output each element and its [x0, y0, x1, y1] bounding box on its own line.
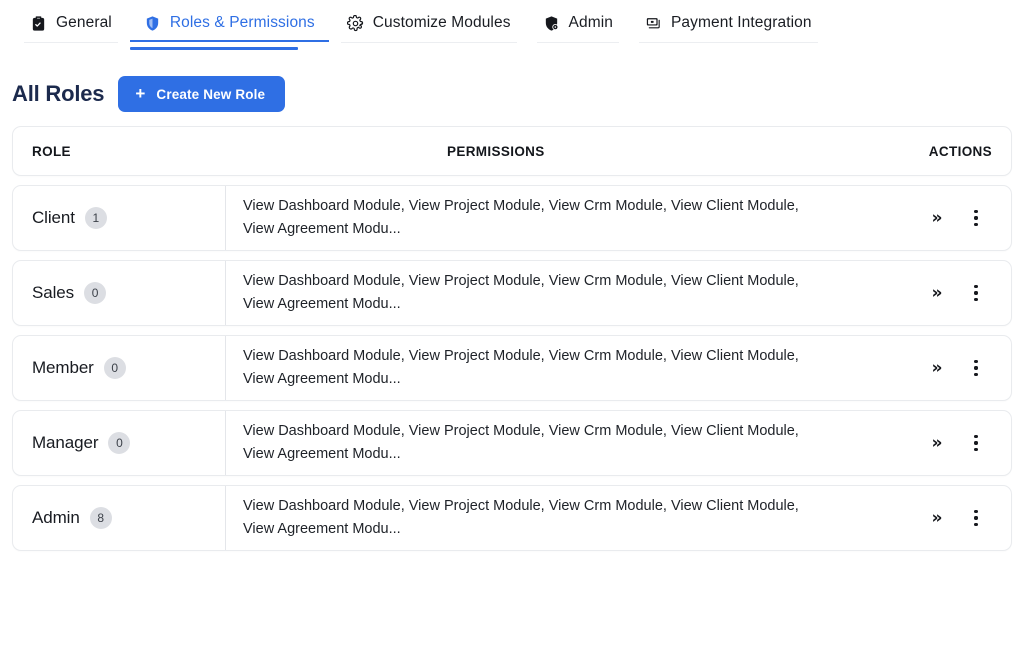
tab-roles-permissions[interactable]: Roles & Permissions: [128, 0, 331, 50]
banknote-icon: [645, 15, 662, 32]
row-menu-button[interactable]: [966, 357, 986, 379]
actions-cell: »: [843, 486, 1011, 550]
tab-admin-label: Admin: [568, 14, 613, 31]
role-cell: Sales 0: [13, 261, 225, 325]
column-header-actions: ACTIONS: [928, 143, 992, 159]
tab-payment-integration[interactable]: Payment Integration: [629, 0, 828, 48]
shield-gear-icon: [543, 15, 560, 32]
tab-customize-modules[interactable]: Customize Modules: [331, 0, 527, 48]
tab-payment-integration-label: Payment Integration: [670, 14, 812, 31]
permissions-text: View Dashboard Module, View Project Modu…: [243, 273, 799, 312]
role-cell: Admin 8: [13, 486, 225, 550]
row-menu-button[interactable]: [966, 507, 986, 529]
permissions-cell: View Dashboard Module, View Project Modu…: [225, 411, 843, 475]
double-chevron-right-icon: »: [931, 207, 943, 228]
column-header-permissions: PERMISSIONS: [447, 143, 545, 159]
active-tab-indicator: [129, 47, 298, 50]
permissions-text: View Dashboard Module, View Project Modu…: [243, 423, 799, 462]
kebab-menu-icon: [974, 434, 978, 452]
tab-customize-modules-label: Customize Modules: [372, 14, 511, 31]
table-row[interactable]: Admin 8 View Dashboard Module, View Proj…: [12, 485, 1012, 551]
table-row[interactable]: Client 1 View Dashboard Module, View Pro…: [12, 185, 1012, 251]
roles-table: ROLE PERMISSIONS ACTIONS Client 1 View D…: [0, 118, 1024, 551]
page-title: All Roles: [12, 81, 105, 106]
actions-cell: »: [843, 411, 1011, 475]
role-name: Manager: [32, 433, 99, 452]
role-user-count-badge: 0: [84, 282, 107, 304]
table-body: Client 1 View Dashboard Module, View Pro…: [12, 185, 1012, 551]
permissions-cell: View Dashboard Module, View Project Modu…: [225, 486, 843, 550]
kebab-menu-icon: [974, 209, 978, 227]
create-new-role-label: Create New Role: [156, 86, 266, 102]
expand-row-button[interactable]: »: [927, 432, 947, 454]
expand-row-button[interactable]: »: [927, 282, 947, 304]
role-name: Sales: [32, 283, 75, 302]
create-new-role-button[interactable]: + Create New Role: [118, 76, 286, 112]
tab-admin[interactable]: Admin: [527, 0, 629, 48]
permissions-text: View Dashboard Module, View Project Modu…: [243, 348, 799, 387]
shield-icon: [144, 15, 161, 32]
expand-row-button[interactable]: »: [927, 207, 947, 229]
tab-general-label: General: [56, 14, 112, 31]
tab-general[interactable]: General: [14, 0, 128, 48]
role-user-count-badge: 0: [108, 432, 131, 454]
role-user-count-badge: 1: [84, 207, 107, 229]
role-cell: Member 0: [13, 336, 225, 400]
role-user-count-badge: 8: [89, 507, 112, 529]
permissions-cell: View Dashboard Module, View Project Modu…: [225, 336, 843, 400]
actions-cell: »: [843, 186, 1011, 250]
gear-icon: [346, 14, 364, 32]
actions-cell: »: [843, 336, 1011, 400]
kebab-menu-icon: [974, 509, 978, 527]
expand-row-button[interactable]: »: [927, 507, 947, 529]
column-header-role: ROLE: [32, 143, 71, 159]
row-menu-button[interactable]: [966, 282, 986, 304]
actions-cell: »: [843, 261, 1011, 325]
row-menu-button[interactable]: [966, 432, 986, 454]
expand-row-button[interactable]: »: [927, 357, 947, 379]
table-row[interactable]: Member 0 View Dashboard Module, View Pro…: [12, 335, 1012, 401]
settings-tab-bar: General Roles & Permissions Customize Mo…: [0, 0, 1024, 62]
role-name: Client: [32, 208, 75, 227]
permissions-cell: View Dashboard Module, View Project Modu…: [225, 261, 843, 325]
double-chevron-right-icon: »: [931, 282, 943, 303]
tab-roles-permissions-label: Roles & Permissions: [169, 14, 315, 31]
table-row[interactable]: Sales 0 View Dashboard Module, View Proj…: [12, 260, 1012, 326]
role-cell: Manager 0: [13, 411, 225, 475]
role-user-count-badge: 0: [103, 357, 126, 379]
row-menu-button[interactable]: [966, 207, 986, 229]
double-chevron-right-icon: »: [931, 432, 943, 453]
settings-page: General Roles & Permissions Customize Mo…: [0, 0, 1024, 666]
permissions-text: View Dashboard Module, View Project Modu…: [243, 498, 799, 537]
plus-icon: +: [135, 83, 146, 103]
permissions-cell: View Dashboard Module, View Project Modu…: [225, 186, 843, 250]
page-header: All Roles + Create New Role: [0, 62, 1024, 118]
permissions-text: View Dashboard Module, View Project Modu…: [243, 198, 799, 237]
role-name: Member: [32, 358, 94, 377]
double-chevron-right-icon: »: [931, 507, 943, 528]
table-header-row: ROLE PERMISSIONS ACTIONS: [12, 126, 1012, 176]
role-name: Admin: [32, 508, 80, 527]
clipboard-check-icon: [30, 15, 47, 32]
role-cell: Client 1: [13, 186, 225, 250]
double-chevron-right-icon: »: [931, 357, 943, 378]
table-row[interactable]: Manager 0 View Dashboard Module, View Pr…: [12, 410, 1012, 476]
kebab-menu-icon: [974, 284, 978, 302]
kebab-menu-icon: [974, 359, 978, 377]
